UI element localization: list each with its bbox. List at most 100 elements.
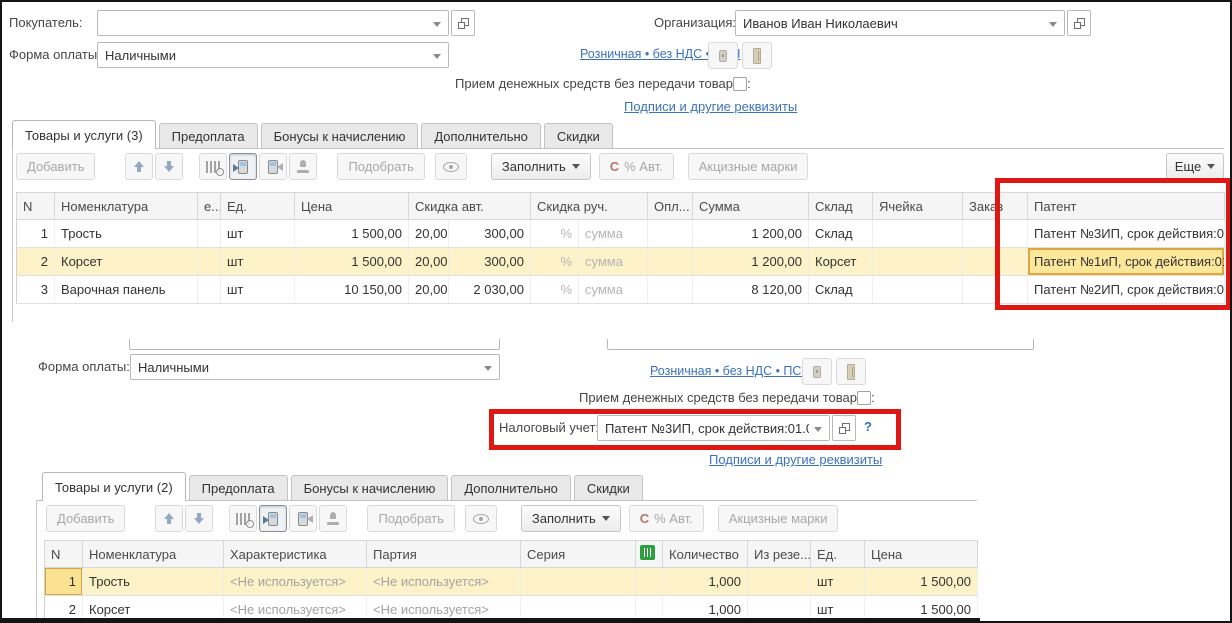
excise-marks-button[interactable]: Акцизные марки (717, 505, 839, 532)
cell-order[interactable] (962, 247, 1028, 276)
chevron-down-icon[interactable] (433, 54, 441, 59)
cell-nomenclature[interactable]: Варочная панель (54, 275, 198, 304)
cell-truncated[interactable] (197, 219, 221, 248)
cell-warehouse[interactable]: Склад (808, 275, 873, 304)
buyer-open-button[interactable] (451, 10, 475, 36)
tab-prepayment[interactable]: Предоплата (188, 475, 288, 501)
signatures-link[interactable]: Подписи и другие реквизиты (624, 99, 797, 114)
cash-without-goods-checkbox[interactable] (733, 77, 747, 91)
move-up-button[interactable] (155, 505, 184, 532)
cell-discount-sum[interactable]: 300,00 (448, 247, 531, 276)
cell-cell[interactable] (872, 275, 963, 304)
cell-patent[interactable]: Патент №2ИП, срок действия:01... (1027, 275, 1225, 304)
cell-discount-percent[interactable]: 20,00 (408, 219, 449, 248)
recalc-auto-discount-button[interactable]: C % Авт. (628, 505, 704, 532)
cell-paid[interactable] (647, 275, 693, 304)
cell-quantity[interactable]: 1,000 (662, 567, 748, 596)
cell-manual-sum[interactable]: сумма (578, 219, 648, 248)
taxation-link[interactable]: Розничная • без НДС • ПСН (650, 364, 810, 378)
cell-batch[interactable]: <Не используется> (366, 567, 521, 596)
tab-goods-services[interactable]: Товары и услуги (2) (42, 472, 186, 501)
terminal-unload-button[interactable] (259, 153, 288, 180)
view-button[interactable] (434, 153, 467, 180)
cell-paid[interactable] (647, 219, 693, 248)
cell-manual-percent[interactable]: % (530, 219, 579, 248)
cell-warehouse[interactable]: Склад (808, 219, 873, 248)
cell-unit[interactable]: шт (220, 247, 295, 276)
recalc-auto-discount-button[interactable]: C % Авт. (598, 153, 674, 180)
chevron-down-icon[interactable] (814, 427, 822, 432)
pick-button[interactable]: Подобрать (367, 505, 455, 532)
help-icon[interactable]: ? (864, 419, 872, 434)
cell-nomenclature[interactable]: Трость (54, 219, 198, 248)
cell-sum[interactable]: 1 200,00 (692, 219, 809, 248)
cell-from-reserve[interactable] (747, 567, 811, 596)
add-button[interactable]: Добавить (46, 505, 126, 532)
cash-without-goods-checkbox[interactable] (857, 391, 871, 405)
move-down-button[interactable] (185, 505, 214, 532)
cell-order[interactable] (962, 219, 1028, 248)
stamp-button[interactable] (319, 505, 348, 532)
barcode-scan-button[interactable] (199, 153, 228, 180)
cell-n[interactable]: 1 (16, 219, 55, 248)
cell-characteristic[interactable]: <Не используется> (223, 567, 367, 596)
add-button[interactable]: Добавить (16, 153, 96, 180)
pick-button[interactable]: Подобрать (337, 153, 425, 180)
cell-nomenclature[interactable]: Корсет (54, 247, 198, 276)
cell-unit[interactable]: шт (220, 275, 295, 304)
stamp-button[interactable] (289, 153, 318, 180)
cell-n[interactable]: 2 (16, 247, 55, 276)
buyer-field[interactable] (97, 10, 449, 36)
barcode-scan-button[interactable] (229, 505, 258, 532)
tab-goods-services[interactable]: Товары и услуги (3) (12, 120, 156, 149)
chevron-down-icon[interactable] (433, 22, 441, 27)
tax-accounting-open-button[interactable] (832, 415, 856, 441)
view-button[interactable] (464, 505, 497, 532)
chevron-down-icon[interactable] (484, 366, 492, 371)
cell-warehouse[interactable]: Корсет (808, 247, 873, 276)
tab-additional[interactable]: Дополнительно (421, 123, 541, 149)
payment-form-field[interactable]: Наличными (97, 42, 449, 68)
cell-price[interactable]: 10 150,00 (294, 275, 409, 304)
organization-open-button[interactable] (1067, 10, 1091, 36)
cell-unit[interactable]: шт (810, 567, 865, 596)
signatures-link[interactable]: Подписи и другие реквизиты (709, 452, 882, 467)
cell-patent[interactable]: Патент №3ИП, срок действия:01... (1027, 219, 1225, 248)
tab-prepayment[interactable]: Предоплата (158, 123, 258, 149)
tax-accounting-field[interactable]: Патент №3ИП, срок действия:01.01.20 (597, 415, 830, 441)
tab-bonuses[interactable]: Бонусы к начислению (260, 123, 419, 149)
payment-card-button[interactable] (708, 42, 738, 69)
cell-patent-current[interactable]: Патент №1иП, срок действия:01.... (1027, 247, 1225, 276)
tab-discounts[interactable]: Скидки (573, 475, 643, 501)
cell-cell[interactable] (872, 219, 963, 248)
chevron-down-icon[interactable] (1049, 22, 1057, 27)
cell-sum[interactable]: 1 200,00 (692, 247, 809, 276)
cell-price[interactable]: 1 500,00 (294, 219, 409, 248)
cell-discount-percent[interactable]: 20,00 (408, 247, 449, 276)
terminal-load-button[interactable] (259, 505, 288, 532)
more-button[interactable]: Еще (1166, 153, 1224, 180)
cell-nomenclature[interactable]: Трость (82, 567, 224, 596)
cell-marking[interactable] (635, 567, 663, 596)
cell-unit[interactable]: шт (220, 219, 295, 248)
cell-discount-sum[interactable]: 300,00 (448, 219, 531, 248)
cell-price[interactable]: 1 500,00 (864, 567, 978, 596)
terminal-unload-button[interactable] (289, 505, 318, 532)
excise-marks-button[interactable]: Акцизные марки (687, 153, 809, 180)
tab-additional[interactable]: Дополнительно (451, 475, 571, 501)
organization-field[interactable]: Иванов Иван Николаевич (735, 10, 1065, 36)
terminal-load-button[interactable] (229, 153, 258, 180)
tab-bonuses[interactable]: Бонусы к начислению (290, 475, 449, 501)
payment-card-button[interactable] (802, 358, 832, 385)
move-up-button[interactable] (125, 153, 154, 180)
cell-discount-percent[interactable]: 20,00 (408, 275, 449, 304)
cell-n[interactable]: 3 (16, 275, 55, 304)
cell-price[interactable]: 1 500,00 (294, 247, 409, 276)
cash-book-button[interactable] (836, 358, 866, 385)
cell-manual-sum[interactable]: сумма (578, 275, 648, 304)
fill-button[interactable]: Заполнить (520, 505, 621, 532)
fill-button[interactable]: Заполнить (490, 153, 591, 180)
move-down-button[interactable] (155, 153, 184, 180)
cell-sum[interactable]: 8 120,00 (692, 275, 809, 304)
cell-paid[interactable] (647, 247, 693, 276)
